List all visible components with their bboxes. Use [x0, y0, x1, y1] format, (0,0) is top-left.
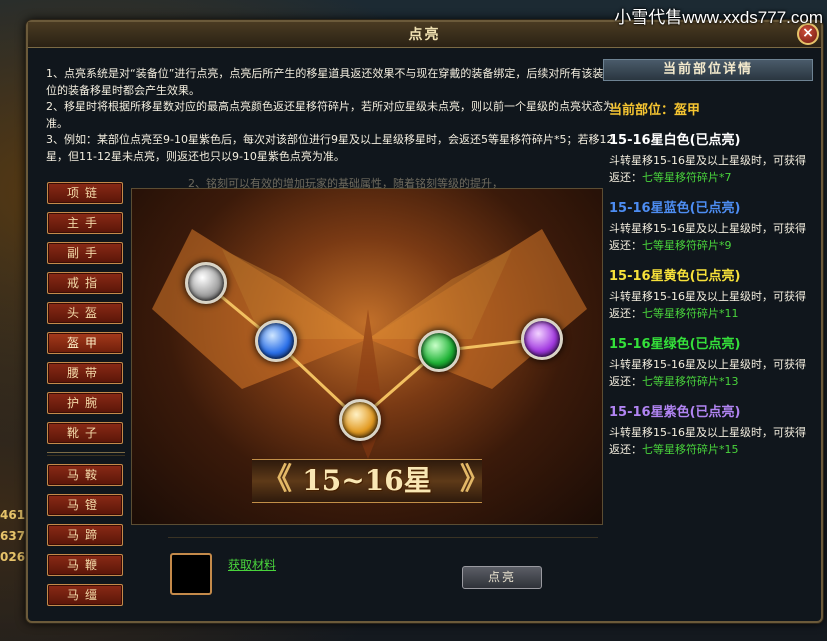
phoenix-panel: 15~16星 《 》 [131, 188, 603, 525]
orb-blue[interactable] [255, 320, 297, 362]
slot-ring[interactable]: 戒指 [47, 272, 123, 294]
tier-item: 15-16星绿色(已点亮) 斗转星移15-16星及以上星级时，可获得返还：七等星移… [609, 336, 813, 390]
orb-white[interactable] [185, 262, 227, 304]
prev-star-arrow-icon[interactable]: 《 [262, 459, 292, 501]
description-line: 2、移星时将根据所移星数对应的最高点亮颜色返还星移符碎片，若所对应星级未点亮，则… [46, 100, 614, 130]
detail-header: 当前部位详情 [603, 59, 813, 81]
stat-value: 637 [0, 529, 26, 543]
slot-whip[interactable]: 马鞭 [47, 554, 123, 576]
material-slot[interactable] [170, 553, 212, 595]
orb-purple[interactable] [521, 318, 563, 360]
slot-off-hand[interactable]: 副手 [47, 242, 123, 264]
next-star-arrow-icon[interactable]: 》 [460, 459, 490, 501]
star-range-label: 15~16星 [302, 464, 432, 497]
tier-title: 15-16星白色(已点亮) [609, 133, 741, 148]
slot-necklace[interactable]: 项链 [47, 182, 123, 204]
tier-fragment-reward: 七等星移符碎片*15 [642, 443, 739, 456]
tier-description: 斗转星移15-16星及以上星级时，可获得返还：七等星移符碎片*11 [609, 288, 813, 322]
tier-item: 15-16星蓝色(已点亮) 斗转星移15-16星及以上星级时，可获得返还：七等星移… [609, 200, 813, 254]
tier-item: 15-16星紫色(已点亮) 斗转星移15-16星及以上星级时，可获得返还：七等星移… [609, 404, 813, 458]
window-title: 点亮 [408, 27, 441, 43]
watermark: 小雪代售www.xxds777.com [614, 8, 823, 27]
tier-title: 15-16星蓝色(已点亮) [609, 201, 741, 216]
slot-reins[interactable]: 马缰 [47, 584, 123, 606]
tier-fragment-reward: 七等星移符碎片*9 [642, 239, 732, 252]
material-area: 获取材料 点亮 [168, 537, 598, 607]
light-up-window: 点亮 × 1、点亮系统是对“装备位”进行点亮，点亮后所产生的移星道具返还效果不与… [26, 20, 823, 623]
slot-main-hand[interactable]: 主手 [47, 212, 123, 234]
tier-description: 斗转星移15-16星及以上星级时，可获得返还：七等星移符碎片*15 [609, 424, 813, 458]
slot-bracer[interactable]: 护腕 [47, 392, 123, 414]
description: 1、点亮系统是对“装备位”进行点亮，点亮后所产生的移星道具返还效果不与现在穿戴的… [46, 66, 622, 165]
description-line: 3、例如：某部位点亮至9-10星紫色后，每次对该部位进行9星及以上星级移星时，会… [46, 133, 614, 163]
description-line: 1、点亮系统是对“装备位”进行点亮，点亮后所产生的移星道具返还效果不与现在穿戴的… [46, 67, 615, 97]
tier-title: 15-16星绿色(已点亮) [609, 337, 741, 352]
slot-boots[interactable]: 靴子 [47, 422, 123, 444]
tier-description: 斗转星移15-16星及以上星级时，可获得返还：七等星移符碎片*13 [609, 356, 813, 390]
detail-panel: 当前部位详情 当前部位：盔甲 15-16星白色(已点亮) 斗转星移15-16星及以… [603, 59, 813, 614]
tier-fragment-reward: 七等星移符碎片*13 [642, 375, 739, 388]
tier-description: 斗转星移15-16星及以上星级时，可获得返还：七等星移符碎片*7 [609, 152, 813, 186]
tier-description: 斗转星移15-16星及以上星级时，可获得返还：七等星移符碎片*9 [609, 220, 813, 254]
light-up-button[interactable]: 点亮 [462, 566, 542, 589]
tier-fragment-reward: 七等星移符碎片*11 [642, 307, 739, 320]
orb-green[interactable] [418, 330, 460, 372]
equipment-slot-list: 项链 主手 副手 戒指 头盔 盔甲 腰带 护腕 靴子 马鞍 马镫 马蹄 马鞭 马… [47, 182, 125, 614]
slot-stirrup[interactable]: 马镫 [47, 494, 123, 516]
slot-divider [47, 452, 125, 456]
slot-horseshoe[interactable]: 马蹄 [47, 524, 123, 546]
stat-value: 461 [0, 508, 26, 522]
current-part-label: 当前部位：盔甲 [609, 103, 701, 118]
slot-saddle[interactable]: 马鞍 [47, 464, 123, 486]
orb-yellow[interactable] [339, 399, 381, 441]
tier-item: 15-16星黄色(已点亮) 斗转星移15-16星及以上星级时，可获得返还：七等星移… [609, 268, 813, 322]
slot-helmet[interactable]: 头盔 [47, 302, 123, 324]
slot-armor[interactable]: 盔甲 [47, 332, 123, 354]
tier-item: 15-16星白色(已点亮) 斗转星移15-16星及以上星级时，可获得返还：七等星移… [609, 132, 813, 186]
stat-value: 026 [0, 550, 26, 564]
background-stats: 461 637 026 [0, 505, 28, 568]
tier-title: 15-16星黄色(已点亮) [609, 269, 741, 284]
tier-title: 15-16星紫色(已点亮) [609, 405, 741, 420]
tier-fragment-reward: 七等星移符碎片*7 [642, 171, 732, 184]
tier-list: 15-16星白色(已点亮) 斗转星移15-16星及以上星级时，可获得返还：七等星移… [603, 132, 813, 458]
slot-belt[interactable]: 腰带 [47, 362, 123, 384]
get-material-link[interactable]: 获取材料 [228, 556, 276, 573]
